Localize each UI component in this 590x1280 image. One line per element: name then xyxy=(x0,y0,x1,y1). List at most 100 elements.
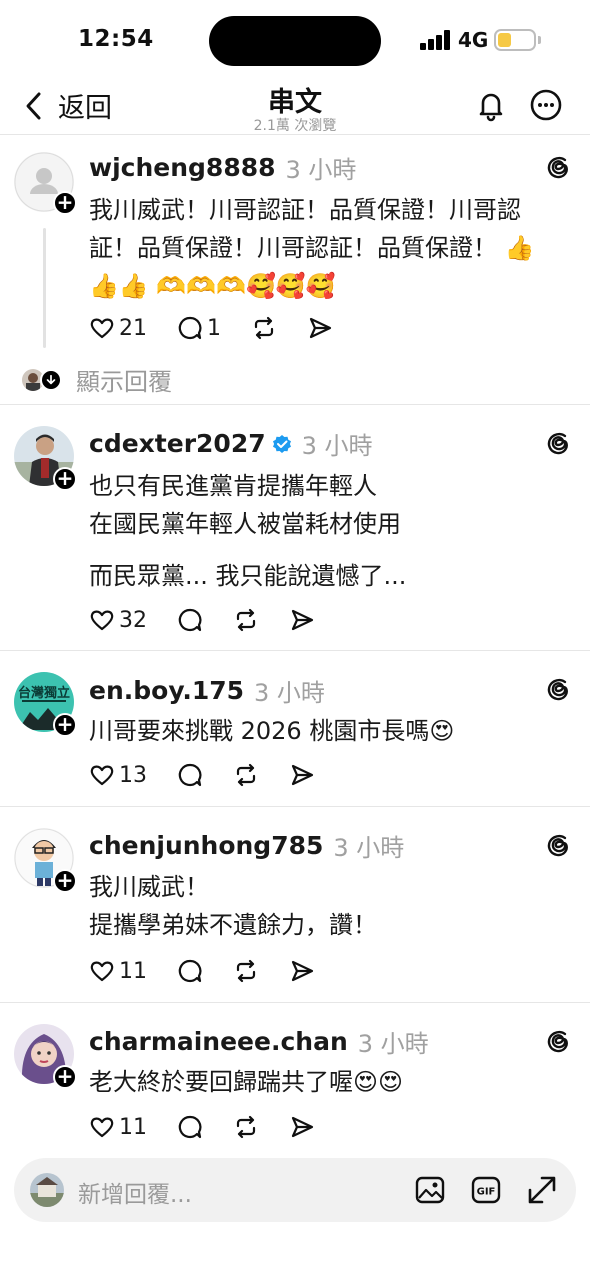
signal-icon xyxy=(420,30,452,50)
like-button[interactable]: 11 xyxy=(89,1114,147,1140)
repost-icon xyxy=(254,316,274,340)
username[interactable]: chenjunhong785 xyxy=(89,831,323,860)
name-row: wjcheng8888 3 小時 xyxy=(89,150,356,185)
follow-button[interactable]: + xyxy=(53,191,77,215)
more-icon[interactable] xyxy=(529,88,563,122)
heart-icon xyxy=(90,610,114,631)
gif-icon[interactable]: GIF xyxy=(470,1174,502,1206)
svg-text:GIF: GIF xyxy=(477,1187,496,1198)
expand-icon[interactable] xyxy=(526,1174,558,1206)
user-avatar xyxy=(30,1173,64,1207)
reply-count: 1 xyxy=(207,315,221,341)
post-actions: 32 xyxy=(89,605,345,635)
image-icon[interactable] xyxy=(414,1174,446,1206)
post-time: 3 小時 xyxy=(254,679,325,707)
share-button[interactable] xyxy=(289,1114,315,1140)
like-button[interactable]: 13 xyxy=(89,762,147,788)
repost-button[interactable] xyxy=(233,958,259,984)
verified-badge-icon xyxy=(272,434,291,453)
username[interactable]: en.boy.175 xyxy=(89,676,244,705)
username[interactable]: wjcheng8888 xyxy=(89,153,276,182)
share-button[interactable] xyxy=(289,958,315,984)
post-actions: 21 1 xyxy=(89,313,363,343)
username[interactable]: charmaineee.chan xyxy=(89,1027,348,1056)
reply-input[interactable]: 新增回覆... xyxy=(78,1175,192,1209)
threads-logo-icon[interactable] xyxy=(545,430,571,456)
comment-icon xyxy=(178,608,202,632)
battery-fill xyxy=(498,33,511,47)
repost-icon xyxy=(236,608,256,632)
repost-button[interactable] xyxy=(251,315,277,341)
threads-logo-icon[interactable] xyxy=(545,1028,571,1054)
repost-icon xyxy=(236,1115,256,1139)
send-icon xyxy=(291,764,314,786)
post-time: 3 小時 xyxy=(333,834,405,862)
name-row: chenjunhong785 3 小時 xyxy=(89,828,404,863)
reply-button[interactable] xyxy=(177,1114,203,1140)
like-count: 21 xyxy=(119,315,147,341)
name-row: charmaineee.chan 3 小時 xyxy=(89,1024,429,1059)
post-text-paragraph: 而民眾黨... 我只能說遺憾了... xyxy=(89,562,407,590)
thread-line xyxy=(43,228,46,348)
post-text: 我川威武！川哥認証！品質保證！川哥認証！品質保證！川哥認証！品質保證！ 👍👍👍 … xyxy=(89,196,535,300)
send-icon xyxy=(291,1116,314,1138)
like-count: 13 xyxy=(119,762,147,788)
name-row: en.boy.175 3 小時 xyxy=(89,673,325,708)
avatar-text: 台灣獨立 xyxy=(18,685,70,701)
like-button[interactable]: 21 xyxy=(89,315,147,341)
status-time: 12:54 xyxy=(78,26,154,52)
like-count: 32 xyxy=(119,607,147,633)
status-bar: 12:54 4G xyxy=(0,0,590,80)
repost-icon xyxy=(236,763,256,787)
show-replies-label: 顯示回覆 xyxy=(76,368,172,396)
header-divider xyxy=(0,134,590,135)
post-actions: 11 xyxy=(89,956,345,986)
reply-composer[interactable]: 新增回覆... GIF xyxy=(14,1158,576,1222)
repost-icon xyxy=(236,959,256,983)
comment-icon xyxy=(178,316,202,340)
divider xyxy=(0,806,590,807)
battery-icon xyxy=(494,29,536,51)
threads-logo-icon[interactable] xyxy=(545,676,571,702)
divider xyxy=(0,404,590,405)
bell-icon[interactable] xyxy=(474,88,508,122)
arrow-down-icon xyxy=(40,368,62,391)
show-replies-button[interactable]: 顯示回覆 xyxy=(22,362,172,397)
heart-icon xyxy=(90,961,114,982)
repost-button[interactable] xyxy=(233,762,259,788)
dynamic-island xyxy=(209,16,381,66)
follow-button[interactable]: + xyxy=(53,869,77,893)
follow-button[interactable]: + xyxy=(53,467,77,491)
reply-button[interactable] xyxy=(177,607,203,633)
share-button[interactable] xyxy=(289,762,315,788)
heart-icon xyxy=(90,318,114,339)
post-text: 川哥要來挑戰 2026 桃園市長嗎😍 xyxy=(89,717,455,745)
reply-button[interactable]: 1 xyxy=(177,315,221,341)
send-icon xyxy=(309,317,332,339)
post-text: 老大終於要回歸踹共了喔😍😍 xyxy=(89,1068,404,1096)
send-icon xyxy=(291,609,314,631)
repost-button[interactable] xyxy=(233,607,259,633)
share-button[interactable] xyxy=(289,607,315,633)
like-button[interactable]: 32 xyxy=(89,607,147,633)
threads-logo-icon[interactable] xyxy=(545,154,571,180)
post-time: 3 小時 xyxy=(301,432,373,460)
share-button[interactable] xyxy=(307,315,333,341)
post-text: 也只有民進黨肯提攜年輕人 在國民黨年輕人被當耗材使用 xyxy=(89,472,401,538)
post-time: 3 小時 xyxy=(357,1030,429,1058)
like-button[interactable]: 11 xyxy=(89,958,147,984)
like-count: 11 xyxy=(119,1114,147,1140)
comment-icon xyxy=(178,1115,202,1139)
network-label: 4G xyxy=(458,28,489,52)
heart-icon xyxy=(90,765,114,786)
follow-button[interactable]: + xyxy=(53,713,77,737)
comment-icon xyxy=(178,959,202,983)
comment-icon xyxy=(178,763,202,787)
username[interactable]: cdexter2027 xyxy=(89,429,266,458)
follow-button[interactable]: + xyxy=(53,1065,77,1089)
reply-button[interactable] xyxy=(177,958,203,984)
reply-button[interactable] xyxy=(177,762,203,788)
like-count: 11 xyxy=(119,958,147,984)
repost-button[interactable] xyxy=(233,1114,259,1140)
threads-logo-icon[interactable] xyxy=(545,832,571,858)
